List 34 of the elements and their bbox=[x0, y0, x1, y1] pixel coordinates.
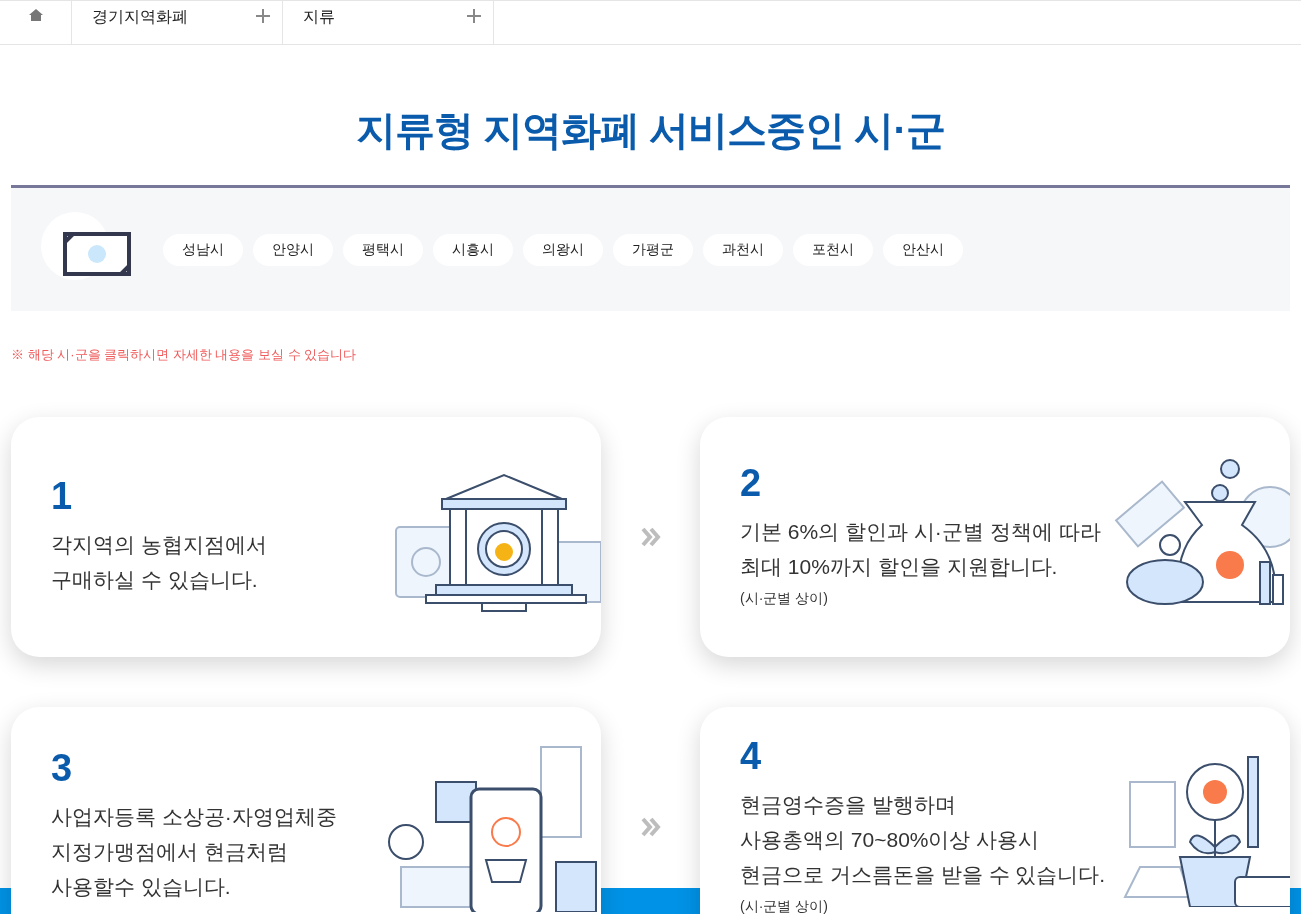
step-note: (시·군별 상이) bbox=[740, 589, 829, 608]
city-button[interactable]: 포천시 bbox=[793, 233, 873, 266]
step-description: 기본 6%의 할인과 시·군별 정책에 따라 bbox=[740, 519, 1101, 545]
city-button[interactable]: 의왕시 bbox=[523, 233, 603, 266]
step-number: 3 bbox=[51, 749, 74, 787]
step-description: 구매하실 수 있습니다. bbox=[51, 566, 259, 593]
city-button[interactable]: 성남시 bbox=[163, 233, 243, 266]
step-number: 1 bbox=[51, 476, 74, 515]
step-note: (시·군별 상이) bbox=[740, 896, 829, 914]
step-description: 최대 10%까지 할인을 지원합니다. bbox=[740, 554, 1059, 580]
home-icon bbox=[28, 9, 43, 21]
step-description: 현금으로 거스름돈을 받을 수 있습니다. bbox=[740, 861, 1106, 888]
step-number: 4 bbox=[740, 736, 763, 775]
step-number: 2 bbox=[740, 464, 763, 502]
step-description: 사용총액의 70~80%이상 사용시 bbox=[740, 826, 1041, 853]
double-chevron-icon bbox=[639, 525, 662, 548]
city-button[interactable]: 과천시 bbox=[703, 233, 783, 266]
city-button[interactable]: 안양시 bbox=[253, 233, 333, 266]
breadcrumb-dropdown[interactable]: 경기지역화폐 bbox=[72, 1, 283, 44]
step-description: 각지역의 농협지점에서 bbox=[51, 531, 267, 558]
city-button[interactable]: 가평군 bbox=[613, 233, 693, 266]
breadcrumb-dropdown[interactable]: 지류 bbox=[283, 1, 494, 44]
double-chevron-icon bbox=[639, 815, 662, 838]
notice-text: ※ 해당 시·군을 클릭하시면 자세한 내용을 보실 수 있습니다 bbox=[11, 346, 358, 364]
page-title: 지류형 지역화폐 서비스중인 시·군 bbox=[355, 107, 946, 154]
city-button[interactable]: 시흥시 bbox=[433, 233, 513, 266]
step-description: 지정가맹점에서 현금처럼 bbox=[51, 839, 289, 865]
plus-icon bbox=[256, 9, 270, 23]
city-button[interactable]: 평택시 bbox=[343, 233, 423, 266]
plus-icon bbox=[467, 9, 481, 23]
city-button[interactable]: 안산시 bbox=[883, 233, 963, 266]
step-description: 사업자등록 소상공·자영업체중 bbox=[51, 804, 337, 830]
step-description: 사용할수 있습니다. bbox=[51, 874, 232, 900]
step-description: 현금영수증을 발행하며 bbox=[740, 791, 957, 818]
